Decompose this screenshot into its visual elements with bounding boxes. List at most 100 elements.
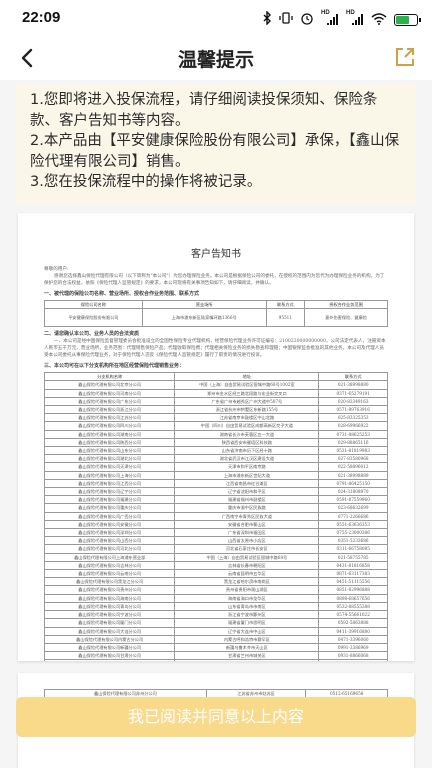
- table-cell: 新疆乌鲁木齐市天山区: [174, 642, 320, 653]
- table-cell: 021-38998889: [318, 470, 388, 480]
- section-heading: 二、请您确认本公司、业务人员的合法资质: [44, 331, 140, 338]
- table-cell: 0851-82996888: [318, 585, 388, 595]
- notice-box: 1.您即将进入投保流程，请仔细阅读投保须知、保险条款、客户告知书等内容。 2.本…: [16, 84, 416, 204]
- agree-button[interactable]: 我已阅读并同意以上内容: [16, 697, 416, 737]
- table-cell: 鑫山保险代理有限公司广东分公司: [43, 396, 176, 407]
- table-row: 鑫山保险代理有限公司安徽分公司 安徽省合肥市蜀山区 0551-63636353: [43, 519, 388, 530]
- table-cell: 0431-81816858: [318, 560, 388, 571]
- table-cell: 鑫山保险代理有限公司广西分公司: [43, 511, 176, 521]
- table-cell: 0351-5233686: [318, 536, 388, 546]
- table-row: 鑫山保险代理有限公司江西分公司 江西省南昌市红谷滩区 0791-86425150: [43, 478, 388, 489]
- table-cell: 鑫山保险代理有限公司云南分公司: [43, 569, 176, 579]
- table-row: 鑫山保险代理有限公司山西分公司 山西省太原市小店区 0351-5233686: [43, 536, 388, 546]
- branch-table: 分支机构名称 地址 联系方式 鑫山保险代理有限公司北京分公司 中国（上海）自由贸易…: [43, 372, 388, 661]
- table-cell: 0411-39916880: [318, 626, 388, 636]
- status-icons: HD HD: [262, 10, 421, 29]
- table-cell: 鑫山保险代理有限公司江西分公司: [43, 478, 176, 489]
- battery-charging-icon: [394, 13, 421, 26]
- table-header: 分支机构名称: [43, 372, 176, 382]
- table-cell: 浙江省杭州市拱墅区东新路155号: [174, 405, 320, 415]
- table-cell: 0311-66758085: [318, 544, 388, 554]
- document-title: 客户告知书: [191, 249, 241, 260]
- table-cell: 鑫山保险代理有限公司重庆分公司: [43, 503, 176, 513]
- table-cell: 鑫山保险代理有限公司大连分公司: [43, 626, 176, 636]
- table-cell: 鑫山保险代理有限公司吉林分公司: [43, 560, 176, 571]
- table-cell: 吉林省长春市朝阳区: [174, 560, 320, 571]
- customer-notice-document[interactable]: 客户告知书 尊敬的用户: 感谢您选择鑫山保险代理有限公司（以下简称为"本公司"）…: [18, 213, 414, 661]
- table-row: 鑫山保险代理有限公司湖南分公司 湖南省长沙市芙蓉区五一大道 0731-8862525…: [43, 429, 388, 439]
- table-cell: 鑫山保险代理有限公司福建分公司: [43, 495, 176, 505]
- table-cell: 鑫山保险代理有限公司海南分公司: [43, 593, 176, 603]
- table-header: 营业场所: [141, 299, 267, 310]
- table-cell: 鑫山保险代理有限公司湖北分公司: [43, 454, 176, 464]
- table-cell: 025-83325353: [318, 413, 388, 423]
- table-cell: 鑫山保险代理有限公司四川分公司: [43, 421, 176, 431]
- table-cell: 鑫山保险代理有限公司河北分公司: [43, 544, 176, 554]
- table-row: 鑫山保险代理有限公司上海浦东营业部 中国（上海）自由贸易试验区银城中路68号 021…: [43, 552, 388, 562]
- table-cell: 鑫山保险代理有限公司上海分公司: [43, 470, 176, 480]
- table-cell: 鑫山保险代理有限公司甘肃分公司: [43, 651, 176, 661]
- table-cell: 0991-3386969: [318, 642, 388, 653]
- table-row: 鑫山保险代理有限公司天津分公司 天津市和平区南京路 022-58896012: [43, 462, 388, 472]
- table-header: 联系方式: [318, 372, 388, 382]
- table-cell: 鑫山保险代理有限公司北京分公司: [43, 380, 176, 390]
- nav-bar: 温馨提示: [0, 36, 432, 80]
- table-cell: 内蒙古呼和浩特市赛罕区: [174, 634, 320, 644]
- table-row: 鑫山保险代理有限公司福建分公司 福建省福州市鼓楼区 0591-87559960: [43, 495, 388, 505]
- table-row: 鑫山保险代理有限公司宁波分公司 浙江省宁波市鄞州区 0574-55661022: [43, 610, 388, 620]
- table-cell: 重庆市渝中区民族路: [174, 503, 320, 513]
- table-cell: 上海市浦东新区陆家嘴环路1366号: [141, 308, 267, 328]
- table-cell: 鑫山保险代理有限公司黑龙江分公司: [43, 577, 176, 587]
- table-cell: 0531-81819983: [318, 446, 388, 456]
- table-cell: 宁夏银川市金凤区: [174, 659, 320, 661]
- table-cell: 辽宁省大连市中山区: [174, 626, 320, 636]
- section-text: 一、本公司是经中国保险监督管理委员会批准设立的全国性保险专业代理机构，经营保险代…: [44, 339, 386, 359]
- table-row: 鑫山保险代理有限公司厦门分公司 福建省厦门市思明区 0592-5863888: [43, 618, 388, 628]
- hd-signal-icon: HD: [321, 10, 339, 27]
- table-cell: 0592-5863888: [318, 618, 388, 628]
- table-cell: 鑫山保险代理有限公司安徽分公司: [43, 519, 176, 530]
- table-row: 鑫山保险代理有限公司重庆分公司 重庆市渝中区民族路 023-68632699: [43, 503, 388, 513]
- table-cell: 鑫山保险代理有限公司浙江分公司: [43, 405, 176, 415]
- table-row: 鑫山保险代理有限公司宁夏分公司宁夏银川市金凤区0951-5665358: [43, 659, 388, 661]
- table-row: 鑫山保险代理有限公司云南分公司 云南省昆明市五华区 0871-63117383: [43, 569, 388, 579]
- table-cell: 广东省深圳市福田区: [174, 528, 320, 538]
- table-cell: 023-68632699: [318, 503, 388, 513]
- table-cell: 024-31808970: [318, 487, 388, 497]
- table-cell: 0574-55661022: [318, 610, 388, 620]
- table-cell: 鑫山保险代理有限公司深圳分公司: [43, 528, 176, 538]
- table-row: 鑫山保险代理有限公司甘肃分公司 甘肃省兰州市城关区 0931-8866068: [43, 651, 388, 661]
- table-cell: 山东省青岛市市南区: [174, 601, 320, 612]
- table-row: 鑫山保险代理有限公司贵州分公司 贵州省贵阳市观山湖区 0851-82996888: [43, 585, 388, 595]
- share-icon: [396, 48, 414, 66]
- share-button[interactable]: [392, 44, 418, 70]
- table-cell: 山东省济南市历下区经十路: [174, 446, 320, 456]
- table-cell: 山西省太原市小店区: [174, 536, 320, 546]
- table-cell: 鑫山保险代理有限公司内蒙古分公司: [43, 634, 176, 644]
- table-cell: 福建省厦门市思明区: [174, 618, 320, 628]
- page-title: 温馨提示: [177, 49, 254, 71]
- table-cell: 黑龙江省哈尔滨市南岗区: [174, 577, 320, 587]
- table-row: 鑫山保险代理有限公司内蒙古分公司 内蒙古呼和浩特市赛罕区 0471-3396060: [43, 634, 388, 644]
- table-cell: 0532-88555388: [318, 601, 388, 612]
- table-row: 鑫山保险代理有限公司海南分公司 海南省海口市龙华区 0898-68657656: [43, 593, 388, 603]
- table-cell: 江西省南昌市红谷滩区: [174, 478, 320, 489]
- table-cell: 浙江省宁波市鄞州区: [174, 610, 320, 620]
- table-cell: 0771-2266686: [318, 511, 388, 521]
- wifi-icon: [371, 10, 387, 29]
- branch-table-body: 鑫山保险代理有限公司北京分公司 中国（上海）自由贸易试验区银城中路68号1002室…: [43, 380, 388, 661]
- table-cell: 020-83349163: [318, 396, 388, 407]
- table-header: 保险公司名称: [44, 299, 143, 310]
- table-cell: 平安健康保险股份有限公司: [44, 308, 143, 328]
- table-row: 鑫山保险代理有限公司大连分公司 辽宁省大连市中山区 0411-39916880: [43, 626, 388, 636]
- table-cell: 0471-3396060: [318, 634, 388, 644]
- table-cell: 95511: [265, 308, 306, 328]
- table-row: 鑫山保险代理有限公司吉林分公司 吉林省长春市朝阳区 0431-81816858: [43, 560, 388, 571]
- table-cell: 028-69966922: [318, 421, 388, 431]
- table-cell: 河北省石家庄市长安区: [174, 544, 320, 554]
- table-cell: 022-58896012: [318, 462, 388, 472]
- table-cell: 贵州省贵阳市观山湖区: [174, 585, 320, 595]
- table-header: 联系方式: [265, 299, 306, 310]
- table-cell: 上海市浦东新区世纪大道: [174, 470, 320, 480]
- table-cell: 鑫山保险代理有限公司河南分公司: [43, 388, 176, 398]
